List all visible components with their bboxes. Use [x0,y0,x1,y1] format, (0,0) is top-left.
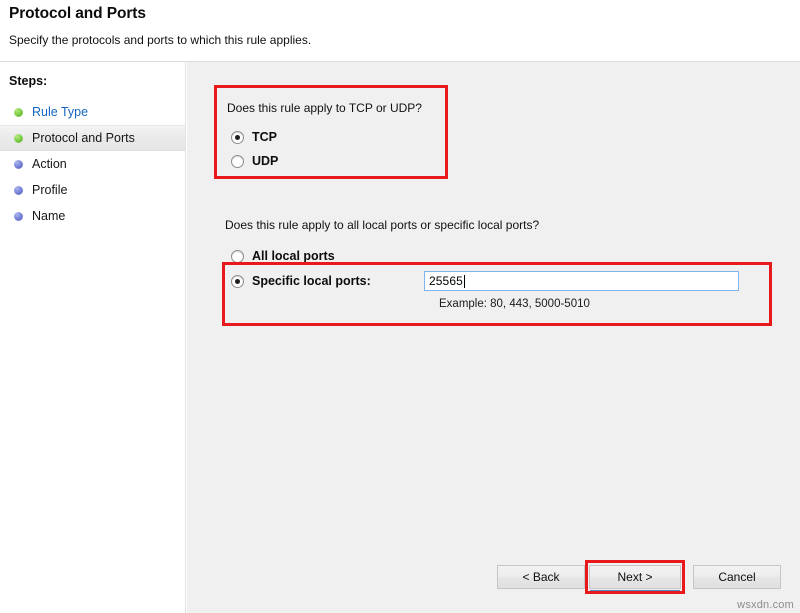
sidebar-item-name[interactable]: Name [0,203,185,229]
annotation-box-next-button [585,560,685,594]
specific-ports-input-value: 25565 [429,274,463,288]
radio-all-local-ports-label: All local ports [252,249,335,263]
wizard-header: Protocol and Ports Specify the protocols… [0,0,800,62]
watermark: wsxdn.com [737,599,794,611]
step-bullet-blue-icon [14,159,23,169]
radio-option-specific-local-ports[interactable]: Specific local ports: [231,274,371,288]
next-button-group: Next > [585,560,685,595]
ports-question-label: Does this rule apply to all local ports … [225,218,540,232]
specific-ports-input[interactable]: 25565 [424,271,739,291]
sidebar-item-profile[interactable]: Profile [0,177,185,203]
step-bullet-blue-icon [14,185,23,195]
radio-udp-icon[interactable] [231,154,244,168]
sidebar-item-label: Profile [32,183,68,197]
radio-tcp-icon[interactable] [231,130,244,144]
cancel-button[interactable]: Cancel [693,565,781,589]
sidebar-item-label: Rule Type [32,105,89,119]
sidebar-item-rule-type[interactable]: Rule Type [0,99,185,125]
steps-list: Rule Type Protocol and Ports Action Prof… [0,99,185,229]
page-subtitle: Specify the protocols and ports to which… [9,33,312,47]
step-bullet-blue-icon [14,211,23,221]
back-button[interactable]: < Back [497,565,585,589]
radio-specific-local-ports-icon[interactable] [231,274,244,288]
steps-heading: Steps: [9,74,48,88]
protocol-question-label: Does this rule apply to TCP or UDP? [227,101,422,115]
sidebar-item-protocol-and-ports[interactable]: Protocol and Ports [0,125,185,151]
wizard-content-panel: Does this rule apply to TCP or UDP? TCP … [187,62,800,613]
sidebar-item-label: Protocol and Ports [32,131,135,145]
steps-sidebar: Steps: Rule Type Protocol and Ports Acti… [0,62,186,613]
sidebar-item-label: Name [32,209,66,223]
text-caret [463,274,465,288]
sidebar-item-action[interactable]: Action [0,151,185,177]
radio-option-udp[interactable]: UDP [231,154,278,168]
ports-example-hint: Example: 80, 443, 5000-5010 [439,298,590,310]
radio-udp-label: UDP [252,154,279,168]
radio-option-all-local-ports[interactable]: All local ports [231,249,335,263]
step-bullet-green-icon [14,107,23,117]
radio-all-local-ports-icon[interactable] [231,249,244,263]
radio-tcp-label: TCP [252,130,277,144]
radio-specific-local-ports-label: Specific local ports: [252,274,371,288]
page-title: Protocol and Ports [9,5,146,22]
step-bullet-green-icon [14,133,23,143]
sidebar-item-label: Action [32,157,67,171]
radio-option-tcp[interactable]: TCP [231,130,277,144]
